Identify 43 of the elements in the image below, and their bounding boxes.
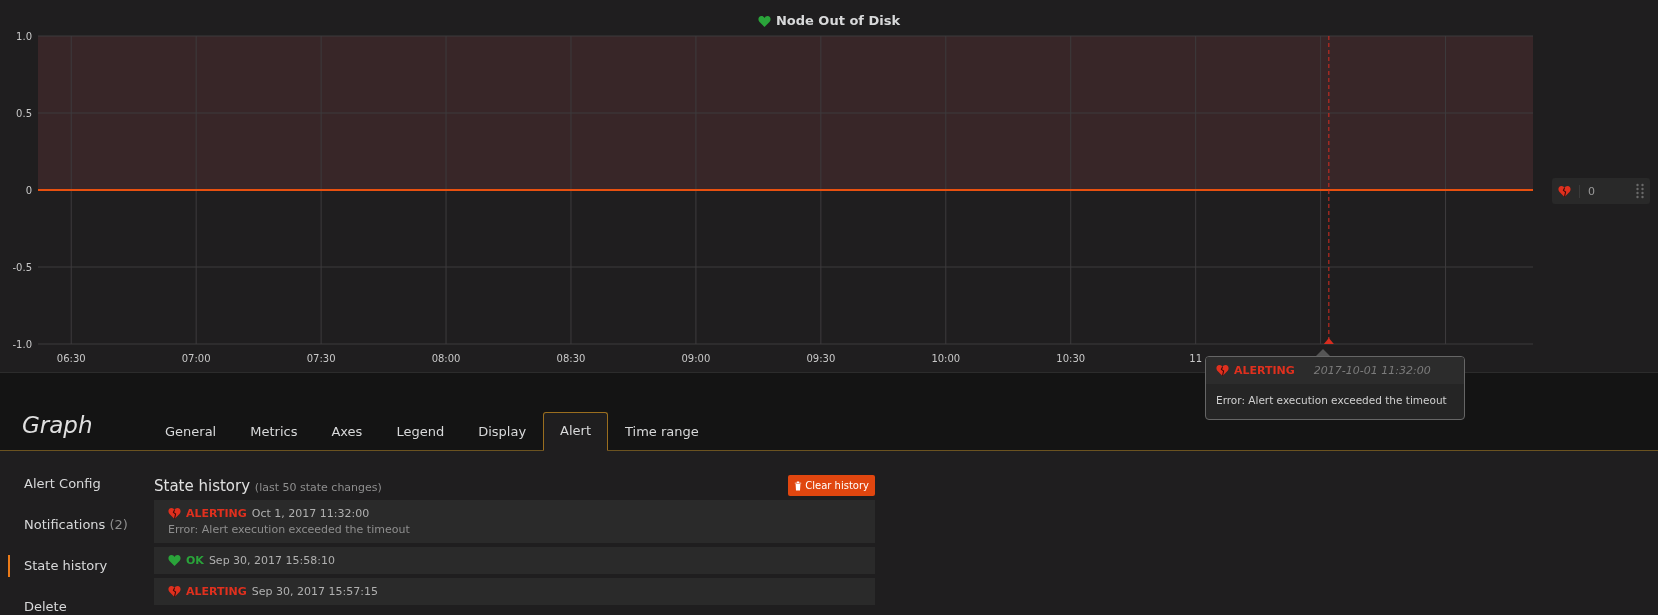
error-message: Error: Alert execution exceeded the timeout <box>168 523 411 536</box>
sidebar-item[interactable]: Alert Config <box>8 473 154 495</box>
editor-title: Graph <box>21 410 94 438</box>
threshold-value: 0 <box>1579 184 1628 198</box>
sidebar-item[interactable]: Delete <box>8 596 154 615</box>
y-axis-label: -0.5 <box>12 262 32 273</box>
threshold-handle[interactable]: 0 <box>1552 178 1650 204</box>
timestamp: Sep 30, 2017 15:58:10 <box>208 554 335 567</box>
state-label: OK <box>186 554 204 567</box>
state-label: ALERTING <box>1234 364 1295 377</box>
x-axis-label: 10:30 <box>1056 353 1086 364</box>
timestamp: Sep 30, 2017 15:57:15 <box>251 585 378 598</box>
tab[interactable]: Time range <box>608 412 716 451</box>
x-axis-label: 06:30 <box>56 353 86 364</box>
sidebar-item[interactable]: Notifications (2) <box>8 514 154 536</box>
clear-history-button[interactable]: Clear history <box>788 475 875 496</box>
trash-icon <box>794 480 803 491</box>
section-title: State history (last 50 state changes) <box>154 476 382 495</box>
y-axis-label: 0.5 <box>16 108 32 119</box>
tab[interactable]: Axes <box>314 412 380 451</box>
state-label: ALERTING <box>186 507 247 520</box>
tab[interactable]: General <box>148 412 234 451</box>
x-axis-label: 08:00 <box>431 353 461 364</box>
y-axis-label: 0 <box>25 185 32 196</box>
drag-handle-icon <box>1636 183 1644 199</box>
x-axis-label: 10:00 <box>931 353 961 364</box>
y-axis-label: 1.0 <box>16 31 32 42</box>
x-axis-label: 09:30 <box>806 353 836 364</box>
tab[interactable]: Alert <box>543 412 609 451</box>
x-axis-label: 08:30 <box>556 353 586 364</box>
panel-title: Node Out of Disk <box>775 13 901 28</box>
tab[interactable]: Display <box>461 412 544 451</box>
x-axis-label: 09:00 <box>681 353 711 364</box>
y-axis-label: -1.0 <box>12 339 32 350</box>
tab[interactable]: Metrics <box>233 412 315 451</box>
timestamp: 2017-10-01 11:32:00 <box>1313 364 1431 377</box>
tab[interactable]: Legend <box>379 412 462 451</box>
x-axis-label: 07:30 <box>306 353 336 364</box>
x-axis-label: 07:00 <box>181 353 211 364</box>
x-axis-label: 11 <box>1189 353 1203 364</box>
timestamp: Oct 1, 2017 11:32:00 <box>251 507 370 520</box>
tooltip-text: Error: Alert execution exceeded the timeout <box>1215 393 1448 408</box>
state-label: ALERTING <box>186 585 247 598</box>
